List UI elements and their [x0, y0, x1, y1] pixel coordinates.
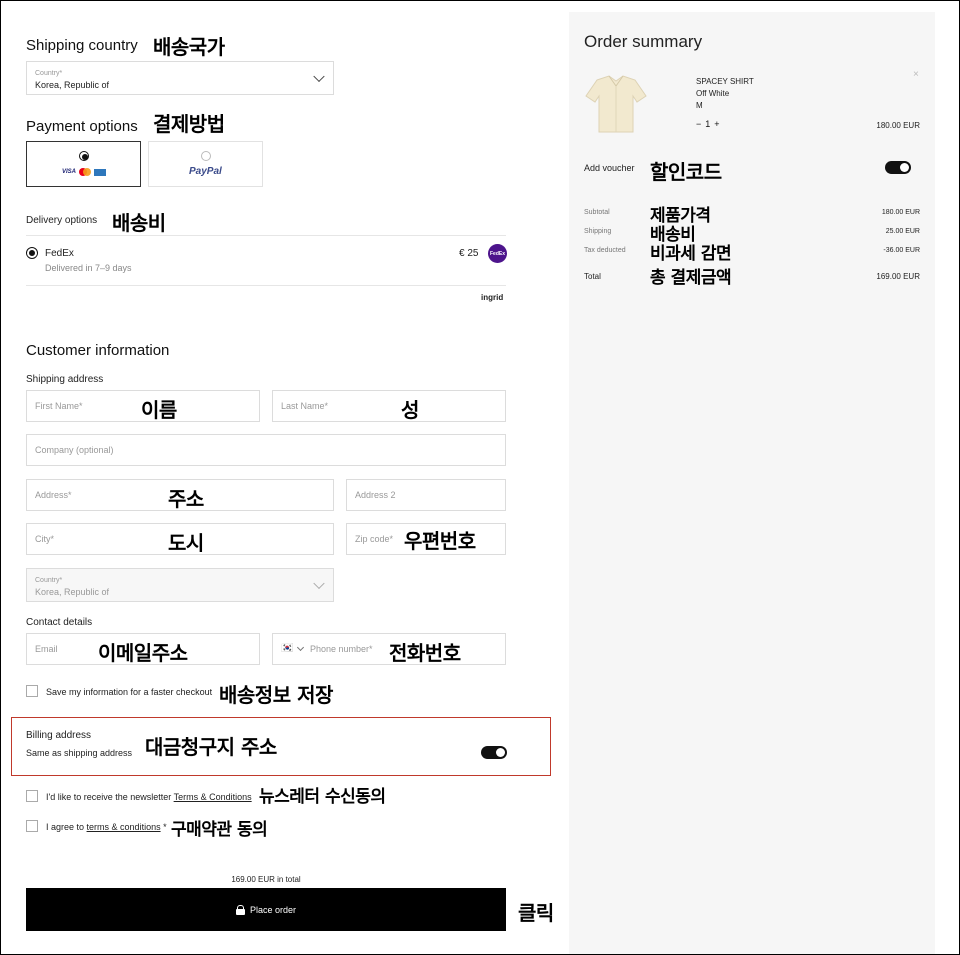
address-placeholder: Address*	[35, 490, 72, 500]
delivery-price: € 25	[459, 248, 479, 259]
delivery-carrier: FedEx	[45, 248, 74, 259]
contact-details-label: Contact details	[26, 617, 93, 628]
quantity-stepper[interactable]: − 1 +	[696, 119, 720, 129]
save-info-checkbox[interactable]	[26, 685, 38, 697]
annotation-billing: 대금청구지 주소	[145, 735, 277, 759]
annotation-shipping-country: 배송국가	[153, 35, 225, 59]
newsletter-checkbox[interactable]	[26, 790, 38, 802]
newsletter-label: I'd like to receive the newsletter Terms…	[46, 792, 252, 802]
shipping-country-field-label: Country*	[35, 70, 63, 77]
product-name: SPACEY SHIRT	[696, 77, 754, 86]
payment-options-title: Payment options	[26, 118, 138, 135]
billing-address-subtitle: Same as shipping address	[26, 748, 133, 758]
delivery-option-fedex[interactable]: FedEx Delivered in 7–9 days € 25 FedEx	[26, 240, 507, 282]
country-flag-icon[interactable]: 🇰🇷	[281, 643, 293, 654]
annotation-delivery: 배송비	[112, 211, 166, 235]
product-size: M	[696, 101, 703, 110]
add-voucher-toggle[interactable]	[885, 161, 911, 174]
city-placeholder: City*	[35, 534, 55, 544]
remove-item-icon[interactable]: ×	[913, 69, 919, 80]
summary-rows: Subtotal 제품가격 180.00 EUR Shipping 배송비 25…	[584, 206, 920, 291]
add-voucher-label: Add voucher	[584, 163, 635, 173]
shipping-country-select[interactable]: Country* Korea, Republic of	[26, 61, 334, 95]
annotation-first-name: 이름	[141, 398, 177, 422]
terms-label: I agree to terms & conditions *	[46, 822, 167, 832]
visa-icon: VISA	[62, 169, 77, 175]
fedex-radio[interactable]	[26, 247, 38, 259]
delivery-divider-top	[26, 235, 506, 236]
annotation-newsletter: 뉴스레터 수신동의	[259, 787, 386, 807]
payment-paypal-option[interactable]: PayPal	[148, 141, 263, 187]
save-info-label: Save my information for a faster checkou…	[46, 687, 213, 697]
lock-icon	[235, 904, 245, 915]
shipping-address-label: Shipping address	[26, 374, 104, 385]
increase-qty-button[interactable]: +	[714, 119, 719, 129]
address2-input[interactable]: Address 2	[346, 479, 506, 511]
email-placeholder: Email	[35, 644, 58, 654]
chevron-down-icon	[313, 70, 325, 83]
annotation-voucher: 할인코드	[650, 160, 722, 184]
card-radio[interactable]	[79, 151, 89, 161]
annotation-email: 이메일주소	[98, 641, 188, 665]
product-price: 180.00 EUR	[876, 121, 920, 130]
card-brands: VISA	[62, 168, 107, 176]
annotation-phone: 전화번호	[389, 641, 461, 665]
annotation-city: 도시	[168, 531, 204, 555]
paypal-logo: PayPal	[189, 166, 222, 177]
annotation-place-order: 클릭	[518, 901, 554, 925]
paypal-radio[interactable]	[201, 151, 211, 161]
company-input[interactable]: Company (optional)	[26, 434, 506, 466]
order-summary-title: Order summary	[584, 32, 703, 51]
fedex-badge-icon: FedEx	[488, 244, 507, 263]
customer-information-title: Customer information	[26, 342, 170, 359]
billing-address-title: Billing address	[26, 730, 92, 741]
summary-row-shipping: Shipping 배송비 25.00 EUR	[584, 225, 920, 245]
address-country-value: Korea, Republic of	[35, 587, 110, 597]
last-name-placeholder: Last Name*	[281, 401, 329, 411]
address2-placeholder: Address 2	[355, 490, 396, 500]
delivery-options-title: Delivery options	[26, 215, 98, 226]
chevron-down-icon	[313, 577, 325, 590]
place-order-button[interactable]: Place order	[26, 888, 506, 931]
zip-code-placeholder: Zip code*	[355, 534, 394, 544]
summary-row-subtotal: Subtotal 제품가격 180.00 EUR	[584, 206, 920, 226]
delivery-eta: Delivered in 7–9 days	[45, 263, 132, 273]
first-name-placeholder: First Name*	[35, 401, 83, 411]
phone-placeholder: Phone number*	[310, 644, 373, 654]
annotation-payment: 결제방법	[153, 112, 225, 136]
terms-checkbox[interactable]	[26, 820, 38, 832]
annotation-save-info: 배송정보 저장	[219, 683, 333, 707]
terms-link[interactable]: terms & conditions	[87, 822, 161, 832]
shipping-country-value: Korea, Republic of	[35, 80, 110, 90]
summary-row-tax: Tax deducted 비과세 감면 -36.00 EUR	[584, 244, 920, 264]
amex-icon	[94, 168, 107, 176]
annotation-address: 주소	[168, 487, 204, 511]
annotation-terms: 구매약관 동의	[171, 820, 268, 840]
order-summary-panel: Order summary SPACEY SHIRT Off White M −…	[569, 12, 935, 955]
address-country-label: Country*	[35, 577, 63, 584]
order-total-line: 169.00 EUR in total	[231, 875, 301, 884]
newsletter-terms-link[interactable]: Terms & Conditions	[174, 792, 252, 802]
company-placeholder: Company (optional)	[35, 445, 114, 455]
billing-same-toggle[interactable]	[481, 746, 507, 759]
billing-address-box	[11, 717, 551, 776]
quantity-value: 1	[705, 119, 711, 129]
product-thumbnail	[583, 72, 649, 136]
decrease-qty-button[interactable]: −	[696, 119, 701, 129]
shirt-image-icon	[585, 75, 647, 133]
delivery-divider-bottom	[26, 285, 506, 286]
payment-card-option[interactable]: VISA	[26, 141, 141, 187]
last-name-input[interactable]: Last Name*	[272, 390, 506, 422]
mastercard-icon	[79, 168, 92, 176]
address-country-select: Country* Korea, Republic of	[26, 568, 334, 602]
annotation-zip-code: 우편번호	[404, 529, 476, 553]
product-color: Off White	[696, 89, 730, 98]
annotation-last-name: 성	[401, 398, 419, 422]
summary-row-total: Total 총 결제금액 169.00 EUR	[584, 268, 920, 288]
shipping-country-title: Shipping country	[26, 37, 138, 54]
place-order-label: Place order	[249, 904, 297, 915]
chevron-down-icon[interactable]	[296, 643, 305, 652]
ingrid-logo: ingrid	[481, 293, 504, 302]
